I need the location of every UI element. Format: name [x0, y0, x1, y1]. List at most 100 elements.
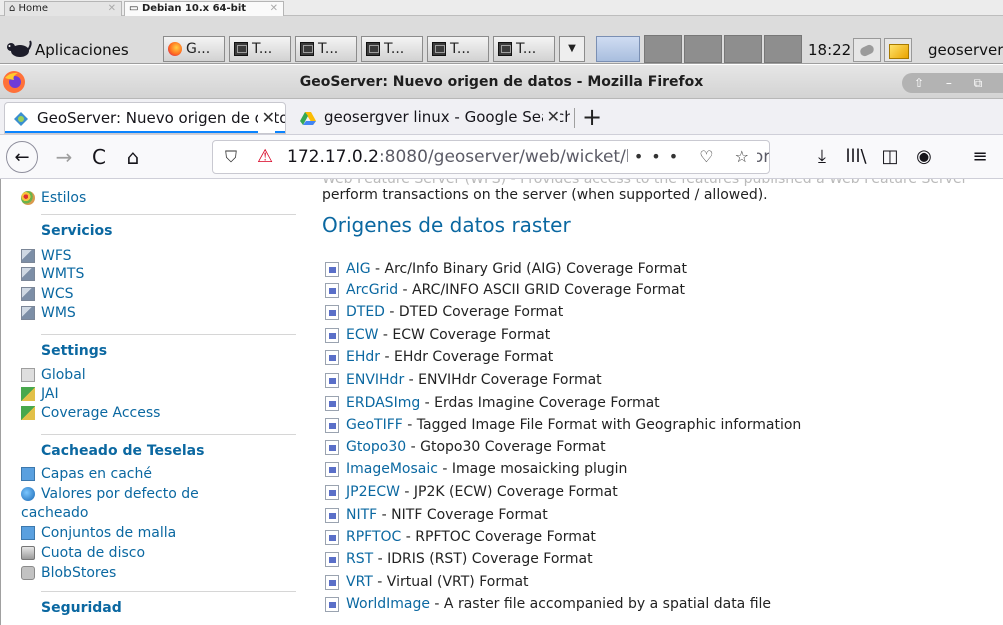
taskbar-firefox-launcher[interactable] [596, 36, 640, 62]
close-icon[interactable]: ✕ [257, 103, 275, 133]
layers-icon [21, 267, 35, 281]
geoserver-icon [14, 112, 28, 126]
vm-tab-debian[interactable]: ▭ Debian 10.x 64-bit ✕ [124, 1, 284, 16]
raster-format-item[interactable]: ERDASImg - Erdas Imagine Coverage Format [322, 393, 660, 414]
url-bar[interactable]: ⛉ ⚠ 172.17.0.2:8080/geoserver/web/wicket… [212, 140, 770, 174]
raster-format-desc: - IDRIS (RST) Coverage Format [373, 551, 593, 567]
sidebar-item-blobstores[interactable]: BlobStores [21, 564, 116, 582]
raster-format-link[interactable]: ENVIHdr [346, 372, 404, 388]
raster-format-item[interactable]: ENVIHdr - ENVIHdr Coverage Format [322, 370, 602, 391]
raster-format-item[interactable]: JP2ECW - JP2K (ECW) Coverage Format [322, 482, 618, 503]
sidebar-item-label: Global [41, 367, 86, 383]
sidebar-item-jai[interactable]: JAI [21, 385, 59, 403]
workspace-2[interactable] [684, 35, 722, 63]
tab-google-search[interactable]: geosergver linux - Google Search ✕ [292, 102, 570, 134]
raster-format-link[interactable]: EHdr [346, 349, 380, 365]
close-icon[interactable]: ✕ [270, 2, 278, 16]
raster-store-icon [325, 373, 339, 388]
sidebar-item-conjuntos-de-malla[interactable]: Conjuntos de malla [21, 524, 176, 542]
raster-format-link[interactable]: RPFTOC [346, 529, 401, 545]
user-menu[interactable]: geoserver [928, 36, 1003, 64]
menu-icon[interactable]: ≡ [966, 141, 994, 173]
sidebar-item-capas-en-cache[interactable]: Capas en caché [21, 465, 152, 483]
sidebar-icon[interactable]: ◫ [876, 141, 904, 173]
workspace-4[interactable] [764, 35, 802, 63]
raster-format-item[interactable]: RST - IDRIS (RST) Coverage Format [322, 549, 593, 570]
workspace-3[interactable] [724, 35, 762, 63]
sidebar-item-estilos[interactable]: Estilos [21, 189, 86, 207]
taskbar-button-terminal-2[interactable]: T... [295, 36, 357, 62]
sidebar-item-valores-por-defecto[interactable]: Valores por defecto de [21, 485, 199, 503]
sidebar-item-label: Valores por defecto de [41, 486, 199, 502]
reload-button[interactable]: C [83, 141, 115, 173]
raster-format-item[interactable]: ECW - ECW Coverage Format [322, 325, 550, 346]
close-icon[interactable]: ✕ [108, 2, 116, 16]
page-content: Estilos Servicios WFS WMTS WCS WMS Setti… [0, 179, 1003, 625]
layers-icon [21, 306, 35, 320]
raster-format-link[interactable]: DTED [346, 304, 385, 320]
sidebar-item-wms[interactable]: WMS [21, 304, 76, 322]
applications-menu-button[interactable]: Aplicaciones [2, 36, 129, 64]
taskbar-button-terminal-4[interactable]: T... [427, 36, 489, 62]
raster-format-item[interactable]: DTED - DTED Coverage Format [322, 302, 563, 323]
home-button[interactable]: ⌂ [117, 141, 149, 173]
taskbar-button-terminal-5[interactable]: T... [493, 36, 555, 62]
raster-format-link[interactable]: ImageMosaic [346, 461, 438, 477]
sidebar-item-coverage-access[interactable]: Coverage Access [21, 404, 160, 422]
taskbar-button-terminal-3[interactable]: T... [361, 36, 423, 62]
raster-format-link[interactable]: VRT [346, 574, 373, 590]
raster-format-item[interactable]: GeoTIFF - Tagged Image File Format with … [322, 415, 801, 436]
raster-format-link[interactable]: Gtopo30 [346, 439, 406, 455]
raster-format-link[interactable]: NITF [346, 507, 377, 523]
raster-format-link[interactable]: GeoTIFF [346, 417, 403, 433]
close-icon[interactable]: ✕ [542, 102, 560, 132]
raster-format-link[interactable]: ECW [346, 327, 378, 343]
raster-format-link[interactable]: AIG [346, 261, 371, 277]
taskbar-button-terminal-1[interactable]: T... [229, 36, 291, 62]
sidebar-item-wcs[interactable]: WCS [21, 285, 74, 303]
download-icon[interactable]: ⤓ [808, 141, 836, 173]
raster-format-link[interactable]: ERDASImg [346, 395, 420, 411]
library-icon[interactable]: lll\ [842, 141, 870, 173]
new-tab-button[interactable]: + [582, 101, 602, 133]
raster-format-item[interactable]: AIG - Arc/Info Binary Grid (AIG) Coverag… [322, 259, 687, 280]
tab-geoserver[interactable]: GeoServer: Nuevo origen de datos ✕ [4, 102, 286, 134]
vm-tab-home[interactable]: ⌂ Home ✕ [4, 1, 122, 16]
raster-format-desc: - Gtopo30 Coverage Format [406, 439, 606, 455]
raster-format-item[interactable]: ImageMosaic - Image mosaicking plugin [322, 459, 627, 480]
raster-format-item[interactable]: RPFTOC - RPFTOC Coverage Format [322, 527, 596, 548]
raster-format-item[interactable]: WorldImage - A raster file accompanied b… [322, 594, 771, 615]
raster-format-item[interactable]: ArcGrid - ARC/INFO ASCII GRID Coverage F… [322, 280, 685, 301]
taskbar-button-label: T... [384, 41, 405, 57]
back-button[interactable]: ← [6, 141, 38, 173]
raster-format-item[interactable]: NITF - NITF Coverage Format [322, 505, 548, 526]
raster-store-icon [325, 396, 339, 411]
forward-button[interactable]: → [48, 141, 80, 173]
raster-format-desc: - ECW Coverage Format [378, 327, 551, 343]
taskbar-button-firefox[interactable]: G... [163, 36, 225, 62]
sidebar-item-valores-por-defecto-cont[interactable]: cacheado [21, 504, 89, 522]
sidebar-item-global[interactable]: Global [21, 366, 86, 384]
raster-format-link[interactable]: ArcGrid [346, 282, 398, 298]
sidebar-item-wmts[interactable]: WMTS [21, 265, 84, 283]
raster-format-item[interactable]: EHdr - EHdr Coverage Format [322, 347, 553, 368]
store-description-tail: perform transactions on the server (when… [322, 187, 768, 203]
sidebar-item-cuota-de-disco[interactable]: Cuota de disco [21, 544, 145, 562]
taskbar-overflow-dropdown[interactable]: ▼ [559, 36, 585, 62]
notes-icon[interactable] [884, 38, 912, 62]
raster-format-link[interactable]: JP2ECW [346, 484, 400, 500]
raster-format-link[interactable]: WorldImage [346, 596, 430, 612]
raster-format-link[interactable]: RST [346, 551, 373, 567]
workspace-1[interactable] [644, 35, 682, 63]
window-controls[interactable]: ⇧ – ⧉ ✕ [902, 73, 1003, 93]
sidebar-item-wfs[interactable]: WFS [21, 247, 72, 265]
raster-format-item[interactable]: Gtopo30 - Gtopo30 Coverage Format [322, 437, 606, 458]
raster-store-icon [325, 350, 339, 365]
account-icon[interactable]: ◉ [910, 141, 938, 173]
network-icon[interactable] [853, 38, 881, 62]
page-actions-icons[interactable]: ••• ♡ ☆ [627, 141, 757, 173]
insecure-lock-icon[interactable]: ⚠ [257, 141, 273, 173]
raster-format-item[interactable]: VRT - Virtual (VRT) Format [322, 572, 529, 593]
shield-icon[interactable]: ⛉ [225, 148, 237, 166]
desktop-taskbar: Aplicaciones G... T... T... T... T... T.… [0, 16, 1003, 64]
